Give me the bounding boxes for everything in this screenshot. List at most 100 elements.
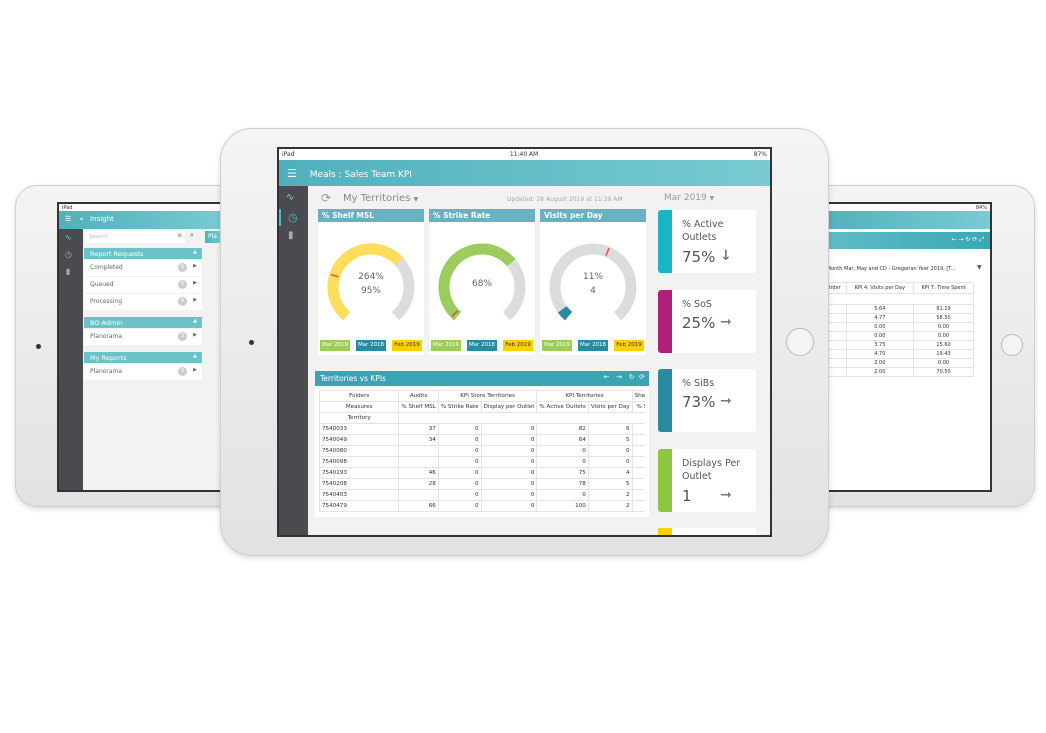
dashboard-icon[interactable]: ◷	[279, 209, 308, 226]
status-device: iPad	[282, 151, 295, 158]
territory-select[interactable]: My Territories ▼	[343, 193, 418, 204]
column-header[interactable]: KPI 7: Time Spent	[913, 282, 974, 294]
value-cell: 34	[398, 434, 439, 446]
table-row[interactable]: 0.00 0.00	[814, 322, 974, 332]
period-tag[interactable]: Mar 2018	[356, 340, 386, 351]
territory-cell: 7540080	[319, 445, 400, 457]
table-row[interactable]: 7540208280078585	[319, 478, 645, 490]
list-item[interactable]: Queued 0 ▶	[84, 277, 202, 293]
list-item[interactable]: Processing 0 ▶	[84, 294, 202, 310]
column-header[interactable]: % Active Outlets	[536, 401, 589, 413]
table-row[interactable]: 754003337008260	[319, 423, 645, 435]
value-cell: 0	[536, 456, 589, 468]
item-label: Processing	[90, 298, 123, 305]
collapse-icon[interactable]: «	[80, 215, 84, 223]
period-tag[interactable]: Mar 2018	[578, 340, 608, 351]
value-cell: 15.60	[913, 340, 974, 350]
sync-icon[interactable]: ⟳	[639, 373, 645, 381]
list-item[interactable]: Planorama 3 ▶	[84, 329, 202, 345]
section-header[interactable]: Report Requests ▲	[84, 248, 202, 259]
filter-icon[interactable]: ▼	[977, 264, 982, 271]
section-header[interactable]: My Reports ▲	[84, 352, 202, 363]
gauge-card: % Strike Rate 68% Mar 2019 Mar 2018 Feb 2019	[429, 209, 535, 355]
kpi-tile[interactable]: Displays Per Outlet 1 ➞	[658, 449, 756, 512]
table-row[interactable]: 0.00 0.00	[814, 331, 974, 341]
right-tablet-home-button[interactable]	[1001, 334, 1023, 356]
period-tag[interactable]: Feb 2019	[614, 340, 644, 351]
table-row[interactable]: 7540098 0 0 0 0	[319, 456, 645, 468]
measures-row: Measures% Shelf MSL% Strike Rate Display …	[319, 401, 645, 413]
gauge-title: % Strike Rate	[429, 209, 535, 222]
column-group-header: Audits	[398, 390, 439, 402]
period-tag[interactable]: Mar 2019	[320, 340, 350, 351]
collapse-caret-icon: ▲	[193, 249, 197, 255]
menu-icon[interactable]: ☰	[65, 215, 71, 223]
back-icon[interactable]: ←	[604, 373, 610, 381]
period-tag[interactable]: Mar 2019	[542, 340, 572, 351]
list-item[interactable]: Planorama 3 ▶	[84, 364, 202, 380]
gauge-secondary-value: 4	[590, 286, 596, 296]
column-header[interactable]: % Shelf MSL	[398, 401, 439, 413]
value-cell: 2	[587, 489, 633, 501]
column-header[interactable]: % SiBS	[631, 401, 645, 413]
column-header[interactable]: Display per Outlet	[480, 401, 538, 413]
gauge-title: Visits per Day	[540, 209, 646, 222]
table-row[interactable]: 2.00 70.50	[814, 367, 974, 377]
table-row[interactable]: 75400800000100	[319, 445, 645, 457]
kpi-color-bar	[658, 290, 672, 353]
value-cell: 100	[631, 445, 645, 457]
header-row: er Order KPI 4: Visits per Day KPI 7: Time…	[814, 282, 974, 294]
table-row[interactable]: 7540193460075466	[319, 467, 645, 479]
table-row[interactable]: 3.75 15.60	[814, 340, 974, 350]
period-tag[interactable]: Feb 2019	[503, 340, 533, 351]
table-row[interactable]: 2.00 0.00	[814, 358, 974, 368]
table-row[interactable]: 4.77 58.50	[814, 313, 974, 323]
section-header[interactable]: BO Admin ▲	[84, 317, 202, 328]
period-select[interactable]: Mar 2019 ▼	[664, 193, 714, 203]
arrow-right-icon: ➞	[720, 487, 732, 503]
table-row[interactable]: 5.64 61.19	[814, 304, 974, 314]
dashboard-icon[interactable]: ◷	[59, 246, 83, 263]
kpi-tile[interactable]: % SoS 25% ➞	[658, 290, 756, 353]
analytics-icon[interactable]: ∿	[279, 186, 308, 209]
value-cell: 75	[536, 467, 589, 479]
logout-icon[interactable]: ▮	[59, 263, 83, 280]
collapse-caret-icon: ▲	[193, 318, 197, 324]
forward-icon[interactable]: →	[616, 373, 622, 381]
section-title: Report Requests	[90, 250, 144, 258]
search-icon[interactable]: ⌕	[190, 231, 194, 240]
status-device: iPad	[62, 204, 73, 211]
table-row[interactable]: 7540049340064567	[319, 434, 645, 446]
value-cell: 4.77	[845, 313, 915, 323]
analytics-icon[interactable]: ∿	[59, 229, 83, 246]
battery: 84%	[975, 204, 987, 211]
list-item[interactable]: Completed 0 ▶	[84, 260, 202, 276]
table-panel-header: Territories vs KPIs ← → ↻ ⟳	[315, 371, 649, 386]
table-row[interactable]: 75404796600100239	[319, 500, 645, 512]
value-cell: 66	[631, 467, 645, 479]
logout-icon[interactable]: ▮	[279, 226, 308, 245]
refresh-icon[interactable]: ⟳	[321, 191, 331, 205]
period-tag[interactable]: Mar 2019	[431, 340, 461, 351]
period-tag[interactable]: Mar 2018	[467, 340, 497, 351]
territory-cell: 7540479	[319, 500, 400, 512]
value-cell: 19.43	[913, 349, 974, 359]
kpi-color-bar	[658, 210, 672, 273]
table-row[interactable]: 4.70 19.43	[814, 349, 974, 359]
column-header[interactable]: Visits per Day	[587, 401, 633, 413]
value-cell: 66	[398, 500, 439, 512]
center-tablet-home-button[interactable]	[786, 328, 814, 356]
value-cell: 0	[437, 456, 482, 468]
menu-icon[interactable]: ☰	[287, 167, 297, 180]
tab-pla[interactable]: Pla	[205, 231, 220, 243]
value-cell: 70.50	[913, 367, 974, 377]
clear-icon[interactable]: ⊗	[177, 233, 182, 239]
kpi-tile[interactable]: % SiBs 73% ➞	[658, 369, 756, 432]
column-header[interactable]: KPI 4: Visits per Day	[845, 282, 915, 294]
column-header[interactable]: % Strike Rate	[437, 401, 482, 413]
search-input[interactable]: Search ⊗	[85, 231, 185, 243]
kpi-tile[interactable]: % Active Outlets 75% ↓	[658, 210, 756, 273]
period-tag[interactable]: Feb 2019	[392, 340, 422, 351]
table-row[interactable]: 75404030002100	[319, 489, 645, 501]
reload-icon[interactable]: ↻	[629, 373, 635, 381]
